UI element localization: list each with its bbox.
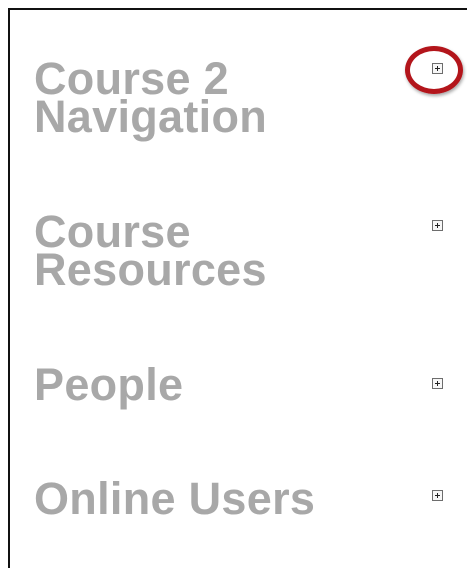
block-people: People: [34, 359, 414, 410]
block-course-resources: Course Resources: [34, 209, 414, 295]
block-title-line: Navigation: [34, 91, 268, 142]
expand-plus-icon[interactable]: [432, 490, 443, 501]
block-title-course-resources: Course Resources: [34, 209, 414, 295]
red-circle-highlight: [405, 46, 463, 94]
block-title-course-navigation: Course 2 Navigation: [34, 56, 414, 142]
block-course-navigation: Course 2 Navigation: [34, 56, 414, 142]
block-title-people: People: [34, 359, 184, 410]
block-title-line: Resources: [34, 244, 267, 295]
expand-plus-icon[interactable]: [432, 378, 443, 389]
block-title-online-users: Online Users: [34, 473, 316, 524]
expand-plus-icon[interactable]: [432, 220, 443, 231]
block-online-users: Online Users: [34, 473, 414, 524]
